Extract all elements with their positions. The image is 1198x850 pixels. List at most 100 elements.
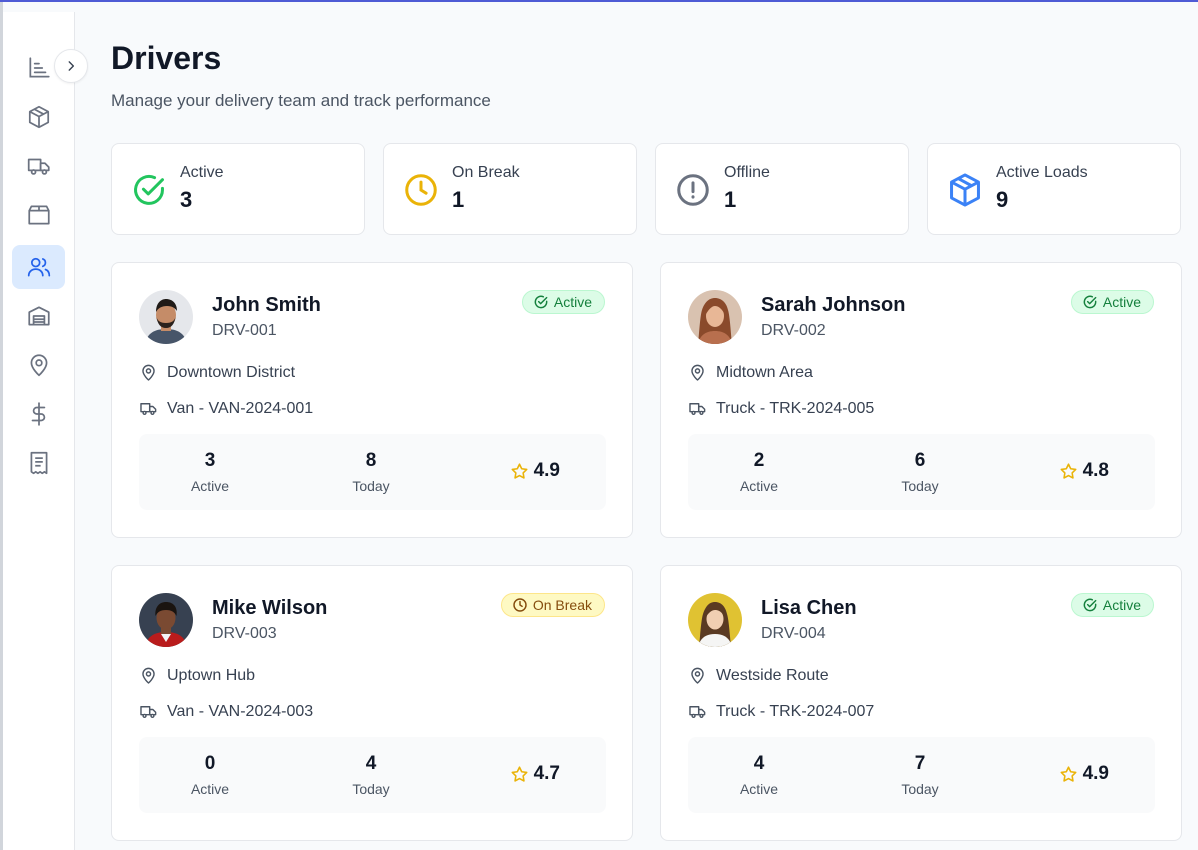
avatar bbox=[688, 593, 742, 647]
page-title: Drivers bbox=[111, 40, 222, 76]
window-top-border bbox=[0, 0, 1198, 2]
status-badge: Active bbox=[1070, 593, 1154, 617]
map-pin-icon bbox=[691, 364, 704, 381]
today-deliveries-value: 7 bbox=[914, 753, 926, 774]
truck-icon bbox=[689, 706, 706, 718]
stat-label: Active bbox=[180, 164, 224, 181]
driver-photo-avatar bbox=[139, 290, 193, 344]
status-label: On Break bbox=[532, 597, 592, 613]
driver-stats: 4 Active 7 Today 4.9 bbox=[688, 737, 1155, 813]
driver-card[interactable]: Sarah Johnson DRV-002 Active Midtown Are… bbox=[660, 262, 1182, 538]
driver-name: Lisa Chen bbox=[761, 597, 857, 619]
today-deliveries-label: Today bbox=[901, 781, 939, 797]
vehicle-text: Truck - TRK-2024-005 bbox=[716, 399, 875, 417]
stat-card-active: Active 3 bbox=[111, 143, 365, 235]
driver-rating: 4.7 bbox=[510, 763, 560, 785]
driver-id: DRV-001 bbox=[212, 322, 277, 339]
chart-icon bbox=[28, 57, 50, 78]
today-deliveries-value: 4 bbox=[365, 753, 377, 774]
star-icon bbox=[511, 765, 528, 782]
status-badge: On Break bbox=[500, 593, 605, 617]
rating-value: 4.7 bbox=[533, 763, 560, 784]
stat-value: 9 bbox=[996, 187, 1009, 212]
avatar bbox=[139, 593, 193, 647]
driver-rating: 4.9 bbox=[510, 460, 560, 482]
map-pin-icon bbox=[30, 354, 47, 377]
vehicle-text: Truck - TRK-2024-007 bbox=[716, 702, 875, 720]
page-subtitle: Manage your delivery team and track perf… bbox=[111, 91, 491, 110]
today-deliveries-stat: 4 Today bbox=[311, 753, 431, 797]
truck-icon bbox=[27, 158, 50, 175]
driver-location: Westside Route bbox=[688, 666, 829, 685]
today-deliveries-value: 6 bbox=[914, 450, 926, 471]
star-icon bbox=[1060, 462, 1077, 479]
active-deliveries-stat: 4 Active bbox=[699, 753, 819, 797]
check-circle-icon bbox=[534, 295, 548, 309]
driver-name: Sarah Johnson bbox=[761, 294, 906, 316]
chevron-right-icon bbox=[68, 61, 75, 71]
stat-value: 1 bbox=[724, 187, 737, 212]
driver-location: Midtown Area bbox=[688, 363, 813, 382]
driver-name: John Smith bbox=[212, 294, 321, 316]
sidebar-item-invoices[interactable] bbox=[12, 441, 65, 485]
driver-card[interactable]: John Smith DRV-001 Active Downtown Distr… bbox=[111, 262, 633, 538]
sidebar-item-drivers[interactable] bbox=[12, 245, 65, 289]
dollar-icon bbox=[31, 402, 45, 426]
driver-stats: 2 Active 6 Today 4.8 bbox=[688, 434, 1155, 510]
active-deliveries-stat: 3 Active bbox=[150, 450, 270, 494]
status-label: Active bbox=[553, 294, 592, 310]
clock-icon bbox=[405, 174, 437, 206]
status-label: Active bbox=[1102, 294, 1141, 310]
check-circle-icon bbox=[134, 174, 164, 205]
driver-vehicle: Van - VAN-2024-001 bbox=[139, 399, 313, 418]
active-deliveries-label: Active bbox=[739, 781, 779, 797]
sidebar-item-locations[interactable] bbox=[12, 343, 65, 387]
location-text: Uptown Hub bbox=[167, 666, 256, 684]
driver-rating: 4.9 bbox=[1059, 763, 1109, 785]
star-icon bbox=[511, 462, 528, 479]
today-deliveries-label: Today bbox=[352, 478, 390, 494]
sidebar-expand-button[interactable] bbox=[54, 49, 88, 83]
sidebar-item-finance[interactable] bbox=[12, 392, 65, 436]
driver-vehicle: Truck - TRK-2024-005 bbox=[688, 399, 874, 418]
driver-stats: 0 Active 4 Today 4.7 bbox=[139, 737, 606, 813]
location-text: Westside Route bbox=[716, 666, 829, 684]
sidebar bbox=[3, 12, 75, 850]
today-deliveries-stat: 6 Today bbox=[860, 450, 980, 494]
sidebar-item-packages[interactable] bbox=[12, 95, 65, 139]
status-badge: Active bbox=[1070, 290, 1154, 314]
driver-vehicle: Van - VAN-2024-003 bbox=[139, 702, 313, 721]
map-pin-icon bbox=[142, 364, 155, 381]
stat-label: Active Loads bbox=[996, 164, 1088, 181]
active-deliveries-value: 0 bbox=[204, 753, 216, 774]
today-deliveries-label: Today bbox=[901, 478, 939, 494]
stat-label: On Break bbox=[452, 164, 520, 181]
avatar bbox=[688, 290, 742, 344]
location-text: Midtown Area bbox=[716, 363, 813, 381]
location-text: Downtown District bbox=[167, 363, 296, 381]
driver-card[interactable]: Mike Wilson DRV-003 On Break Uptown Hub … bbox=[111, 565, 633, 841]
package-icon bbox=[950, 173, 980, 207]
active-deliveries-label: Active bbox=[190, 781, 230, 797]
stat-card-offline: Offline 1 bbox=[655, 143, 909, 235]
sidebar-item-inventory[interactable] bbox=[12, 193, 65, 237]
driver-photo-avatar bbox=[688, 290, 742, 344]
active-deliveries-stat: 2 Active bbox=[699, 450, 819, 494]
driver-card[interactable]: Lisa Chen DRV-004 Active Westside Route … bbox=[660, 565, 1182, 841]
today-deliveries-stat: 8 Today bbox=[311, 450, 431, 494]
active-deliveries-stat: 0 Active bbox=[150, 753, 270, 797]
star-icon bbox=[1060, 765, 1077, 782]
truck-icon bbox=[689, 403, 706, 415]
driver-location: Downtown District bbox=[139, 363, 295, 382]
stat-value: 3 bbox=[180, 187, 193, 212]
check-circle-icon bbox=[1083, 598, 1097, 612]
active-deliveries-value: 4 bbox=[753, 753, 765, 774]
sidebar-item-warehouses[interactable] bbox=[12, 294, 65, 338]
status-label: Active bbox=[1102, 597, 1141, 613]
stat-card-active-loads: Active Loads 9 bbox=[927, 143, 1181, 235]
rating-value: 4.9 bbox=[1082, 763, 1109, 784]
clock-icon bbox=[513, 598, 527, 612]
sidebar-item-fleet[interactable] bbox=[12, 144, 65, 188]
rating-value: 4.8 bbox=[1082, 460, 1109, 481]
active-deliveries-label: Active bbox=[739, 478, 779, 494]
